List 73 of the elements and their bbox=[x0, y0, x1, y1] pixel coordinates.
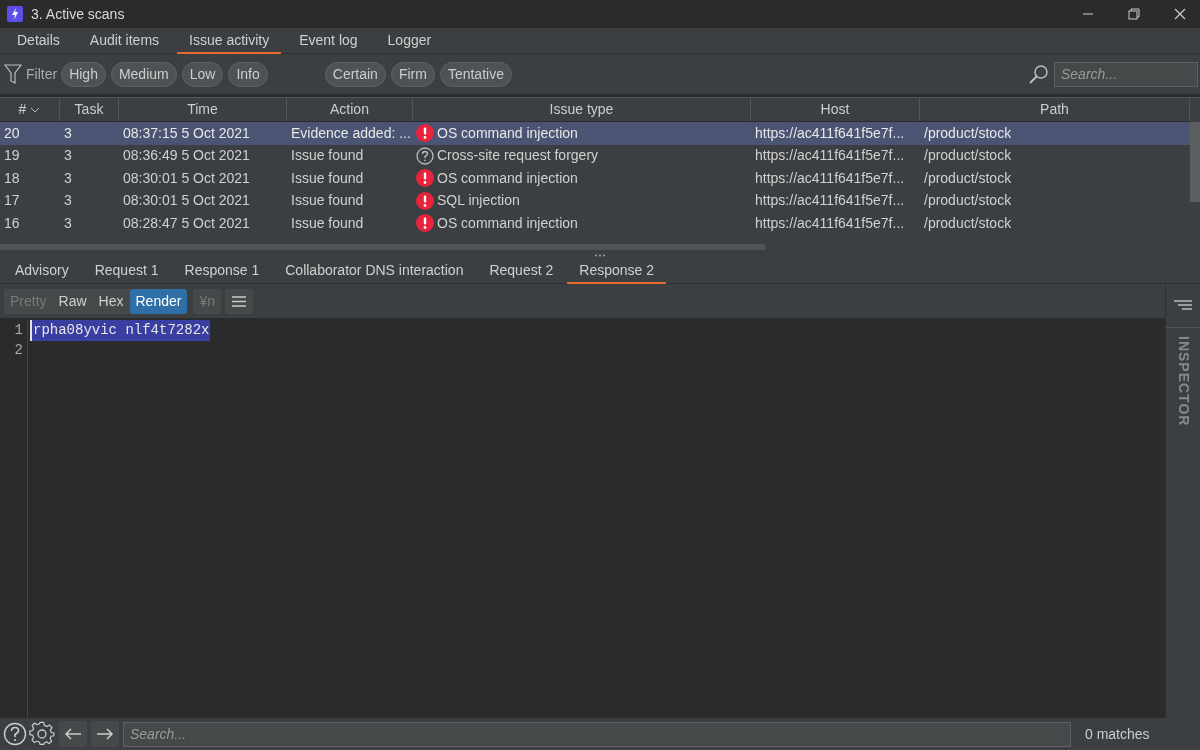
column-header[interactable]: Issue type bbox=[413, 98, 751, 121]
table-cell: 20 bbox=[4, 124, 20, 141]
table-cell-text: OS command injection bbox=[437, 213, 578, 233]
column-header[interactable]: # bbox=[18, 99, 27, 120]
column-header[interactable]: Path bbox=[920, 98, 1190, 121]
table-cell: /product/stock bbox=[924, 147, 1012, 164]
column-header[interactable]: Time bbox=[119, 98, 287, 121]
table-cell: 08:28:47 5 Oct 2021 bbox=[123, 214, 250, 231]
table-row[interactable]: 19 3 08:36:49 5 Oct 2021 Issue found Cross-site request forgery https://ac411f641f5e7f... /product/stock bbox=[0, 144, 1190, 167]
table-cell: 18 bbox=[4, 169, 20, 186]
filter-label: Filter bbox=[26, 64, 58, 84]
line-number: 2 bbox=[14, 341, 23, 360]
tab[interactable]: Details bbox=[5, 28, 72, 54]
table-row[interactable]: 16 3 08:28:47 5 Oct 2021 Issue found OS command injection https://ac411f641f5e7f... /product/stock bbox=[0, 212, 1190, 235]
search-field[interactable]: Search... bbox=[1054, 61, 1198, 87]
table-cell: 08:30:01 5 Oct 2021 bbox=[123, 169, 250, 186]
filter-chip[interactable]: High bbox=[61, 61, 106, 87]
tab[interactable]: Event log bbox=[287, 28, 370, 54]
filter-chip[interactable]: Tentative bbox=[439, 61, 512, 87]
table-cell: Issue found bbox=[291, 214, 364, 231]
tab[interactable]: Collaborator DNS interaction bbox=[273, 258, 476, 284]
table-cell: 3 bbox=[64, 192, 72, 209]
table-cell: https://ac411f641f5e7f... bbox=[755, 169, 905, 186]
table-cell-text: OS command injection bbox=[437, 123, 578, 143]
line-number: 1 bbox=[14, 321, 23, 340]
filter-chip[interactable]: Certain bbox=[324, 61, 386, 87]
table-row[interactable]: 18 3 08:30:01 5 Oct 2021 Issue found OS command injection https://ac411f641f5e7f... /product/stock bbox=[0, 167, 1190, 190]
filter-chip[interactable]: Medium bbox=[110, 61, 177, 87]
column-header[interactable]: Task bbox=[60, 98, 119, 121]
table-row[interactable]: 20 3 08:37:15 5 Oct 2021 Evidence added: ... OS command injection https://ac411f641f5e7f... /product/stock bbox=[0, 122, 1190, 145]
view-mode-button[interactable]: Hex bbox=[92, 288, 130, 314]
table-cell: 3 bbox=[64, 147, 72, 164]
table-cell-text: SQL injection bbox=[437, 191, 520, 211]
filter-chip[interactable]: Info bbox=[228, 61, 268, 87]
table-cell: Issue found bbox=[291, 147, 364, 164]
search-field[interactable]: Search... bbox=[123, 721, 1071, 747]
table-cell: Issue found bbox=[291, 192, 364, 209]
table-cell: /product/stock bbox=[924, 214, 1012, 231]
table-cell: 16 bbox=[4, 214, 20, 231]
table-cell: 08:30:01 5 Oct 2021 bbox=[123, 192, 250, 209]
table-cell: 08:36:49 5 Oct 2021 bbox=[123, 147, 250, 164]
table-cell: https://ac411f641f5e7f... bbox=[755, 124, 905, 141]
table-cell: 19 bbox=[4, 147, 20, 164]
view-mode-button[interactable]: Render bbox=[129, 288, 188, 314]
table-cell: /product/stock bbox=[924, 124, 1012, 141]
table-cell: /product/stock bbox=[924, 169, 1012, 186]
tab[interactable]: Request 2 bbox=[477, 258, 566, 284]
tab[interactable]: Advisory bbox=[3, 258, 81, 284]
table-row[interactable]: 17 3 08:30:01 5 Oct 2021 Issue found SQL injection https://ac411f641f5e7f... /product/stock bbox=[0, 189, 1190, 212]
table-cell: Evidence added: ... bbox=[291, 124, 411, 141]
filter-chip[interactable]: Low bbox=[181, 61, 224, 87]
column-header[interactable]: Action bbox=[287, 98, 413, 121]
window-title: 3. Active scans bbox=[31, 4, 125, 24]
table-cell: 08:37:15 5 Oct 2021 bbox=[123, 124, 250, 141]
tab[interactable]: Audit items bbox=[77, 28, 172, 54]
column-header[interactable]: Host bbox=[751, 98, 920, 121]
view-mode-button[interactable]: Raw bbox=[52, 288, 93, 314]
table-cell: https://ac411f641f5e7f... bbox=[755, 214, 905, 231]
table-cell: https://ac411f641f5e7f... bbox=[755, 147, 905, 164]
table-cell: 17 bbox=[4, 192, 20, 209]
table-cell: https://ac411f641f5e7f... bbox=[755, 192, 905, 209]
table-cell: 3 bbox=[64, 214, 72, 231]
tab[interactable]: Response 1 bbox=[172, 258, 272, 284]
table-cell: 3 bbox=[64, 124, 72, 141]
match-count: 0 matches bbox=[1085, 724, 1150, 744]
table-cell: 3 bbox=[64, 169, 72, 186]
filter-chip[interactable]: Firm bbox=[390, 61, 435, 87]
table-cell: Issue found bbox=[291, 169, 364, 186]
table-cell: /product/stock bbox=[924, 192, 1012, 209]
table-cell-text: Cross-site request forgery bbox=[437, 146, 599, 166]
tab[interactable]: Request 1 bbox=[82, 258, 171, 284]
table-cell-text: OS command injection bbox=[437, 168, 578, 188]
tab[interactable]: Logger bbox=[375, 28, 444, 54]
